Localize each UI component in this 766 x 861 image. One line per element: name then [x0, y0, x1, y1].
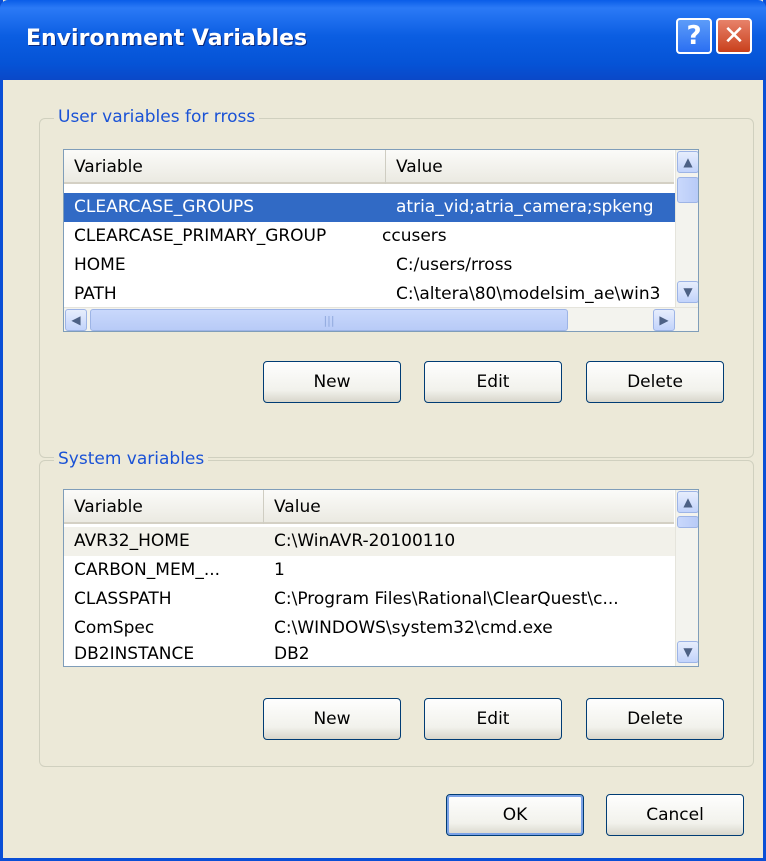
variable-name: CLEARCASE_PRIMARY_GROUP: [74, 226, 327, 246]
user-variables-legend: User variables for rross: [54, 107, 260, 127]
scroll-right-icon: ▶: [659, 313, 669, 327]
scroll-thumb[interactable]: [677, 516, 698, 528]
variable-name: HOME: [74, 255, 126, 275]
variable-name: PATH: [74, 284, 117, 304]
help-icon: ?: [686, 21, 702, 51]
vertical-scrollbar[interactable]: ▲ ▼: [675, 490, 698, 666]
horizontal-scroll-thumb[interactable]: |||: [90, 309, 568, 331]
scroll-left-icon: ◀: [71, 313, 81, 327]
vertical-scrollbar[interactable]: ▲ ▼: [675, 150, 698, 307]
window-title: Environment Variables: [26, 26, 308, 51]
table-row[interactable]: PATH C:\altera\80\modelsim_ae\win3: [64, 280, 676, 309]
user-new-button[interactable]: New: [263, 361, 401, 403]
system-variables-group: System variables Variable Value AVR32_HO…: [39, 449, 754, 767]
list-header: Variable Value: [64, 490, 674, 524]
variable-value: ccusers: [382, 226, 447, 246]
table-row[interactable]: ComSpec C:\WINDOWS\system32\cmd.exe: [64, 614, 676, 643]
system-delete-button[interactable]: Delete: [586, 698, 724, 740]
variable-name: DB2INSTANCE: [74, 644, 195, 664]
variable-value: C:\Program Files\Rational\ClearQuest\c..…: [274, 589, 619, 609]
column-header-variable[interactable]: Variable: [64, 150, 386, 184]
scroll-up-icon: ▲: [683, 155, 693, 169]
variable-value: C:\WinAVR-20100110: [274, 531, 456, 551]
user-delete-button[interactable]: Delete: [586, 361, 724, 403]
grip-icon: |||: [323, 313, 335, 327]
variable-value: atria_vid;atria_camera;spkeng: [396, 197, 654, 217]
column-header-variable[interactable]: Variable: [64, 490, 264, 524]
close-button[interactable]: ✕: [716, 18, 752, 54]
system-variables-list[interactable]: Variable Value AVR32_HOME C:\WinAVR-2010…: [63, 489, 699, 667]
table-row[interactable]: DB2INSTANCE DB2: [64, 640, 676, 666]
scroll-left-button[interactable]: ◀: [65, 309, 87, 331]
variable-value: 1: [274, 560, 285, 580]
scroll-down-icon: ▼: [683, 645, 693, 659]
variable-name: ComSpec: [74, 618, 155, 638]
variable-value: C:/users/rross: [396, 255, 513, 275]
scroll-down-button[interactable]: ▼: [677, 641, 698, 663]
table-row[interactable]: CARBON_MEM_... 1: [64, 556, 676, 585]
table-row[interactable]: CLEARCASE_GROUPS atria_vid;atria_camera;…: [64, 193, 676, 222]
horizontal-scrollbar[interactable]: ◀ ||| ▶: [64, 307, 698, 331]
ok-button[interactable]: OK: [446, 794, 584, 836]
table-row[interactable]: CLEARCASE_PRIMARY_GROUP ccusers: [64, 222, 676, 251]
scroll-thumb[interactable]: [677, 177, 698, 203]
column-header-value[interactable]: Value: [386, 150, 676, 184]
scroll-down-icon: ▼: [683, 285, 693, 299]
scroll-up-button[interactable]: ▲: [677, 491, 698, 513]
scroll-down-button[interactable]: ▼: [677, 281, 698, 303]
system-new-button[interactable]: New: [263, 698, 401, 740]
system-edit-button[interactable]: Edit: [424, 698, 562, 740]
environment-variables-dialog: Environment Variables ? ✕ User variables…: [0, 0, 766, 861]
variable-value: C:\altera\80\modelsim_ae\win3: [396, 284, 661, 304]
cancel-button[interactable]: Cancel: [606, 794, 744, 836]
table-row[interactable]: HOME C:/users/rross: [64, 251, 676, 280]
help-button[interactable]: ?: [676, 18, 712, 54]
scroll-up-icon: ▲: [683, 495, 693, 509]
list-header: Variable Value: [64, 150, 674, 184]
title-bar[interactable]: Environment Variables ? ✕: [0, 0, 766, 80]
table-row[interactable]: CLASSPATH C:\Program Files\Rational\Clea…: [64, 585, 676, 614]
close-icon: ✕: [723, 21, 745, 51]
variable-value: DB2: [274, 644, 310, 664]
user-edit-button[interactable]: Edit: [424, 361, 562, 403]
variable-name: CLASSPATH: [74, 589, 172, 609]
table-row[interactable]: AVR32_HOME C:\WinAVR-20100110: [64, 527, 676, 556]
user-variables-list[interactable]: Variable Value CLEARCASE_GROUPS atria_vi…: [63, 149, 699, 332]
scroll-up-button[interactable]: ▲: [677, 151, 698, 173]
user-variables-group: User variables for rross Variable Value …: [39, 107, 754, 458]
scroll-right-button[interactable]: ▶: [653, 309, 675, 331]
column-header-value[interactable]: Value: [264, 490, 676, 524]
variable-name: AVR32_HOME: [74, 531, 190, 551]
variable-name: CLEARCASE_GROUPS: [74, 197, 255, 217]
variable-value: C:\WINDOWS\system32\cmd.exe: [274, 618, 553, 638]
system-variables-legend: System variables: [54, 449, 209, 469]
variable-name: CARBON_MEM_...: [74, 560, 221, 580]
